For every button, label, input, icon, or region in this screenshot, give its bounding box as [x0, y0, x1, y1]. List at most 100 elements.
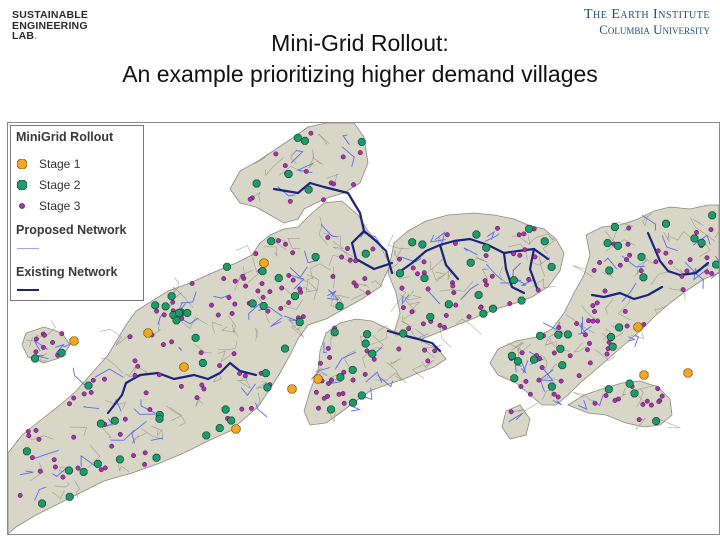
stage-2-marker-icon — [17, 180, 27, 190]
stage-3-village-marker — [556, 325, 562, 330]
stage-3-village-marker — [33, 427, 39, 433]
stage-3-village-marker — [421, 259, 427, 265]
stage-3-village-marker — [178, 383, 184, 389]
stage-3-village-marker — [117, 431, 123, 437]
stage-2-village-marker — [357, 391, 366, 400]
legend-existing-line — [17, 289, 39, 291]
stage-3-village-marker — [239, 406, 245, 412]
stage-3-village-marker — [592, 400, 598, 406]
stage-3-village-marker — [432, 348, 438, 354]
stage-3-village-marker — [482, 278, 488, 284]
stage-3-village-marker — [226, 295, 232, 301]
stage-3-village-marker — [659, 393, 665, 399]
map-frame[interactable]: MiniGrid Rollout Stage 1 Stage 2 Stage 3… — [7, 122, 720, 535]
stage-1-village-marker — [69, 336, 79, 346]
stage-1-village-marker — [231, 424, 241, 434]
stage-2-village-marker — [604, 385, 613, 394]
stage-3-village-marker — [687, 257, 693, 263]
stage-3-village-marker — [574, 321, 580, 327]
stage-3-village-marker — [466, 314, 472, 320]
stage-3-village-marker — [341, 400, 347, 406]
stage-2-village-marker — [426, 312, 435, 321]
stage-2-village-marker — [261, 369, 270, 378]
stage-2-village-marker — [330, 328, 339, 337]
stage-2-village-marker — [96, 419, 105, 428]
stage-3-village-marker — [81, 391, 87, 397]
stage-2-village-marker — [281, 344, 289, 353]
stage-3-village-marker — [127, 334, 133, 340]
stage-3-village-marker — [232, 301, 238, 307]
stage-3-village-marker — [351, 280, 357, 286]
stage-2-village-marker — [525, 224, 534, 233]
stage-2-village-marker — [547, 262, 556, 271]
stage-3-village-marker — [518, 384, 524, 389]
stage-3-village-marker — [532, 254, 538, 260]
stage-3-village-marker — [595, 318, 601, 324]
stage-3-village-marker — [330, 274, 336, 279]
stage-3-village-marker — [679, 273, 685, 279]
stage-3-village-marker — [587, 340, 592, 346]
legend-stage-3-label: Stage 3 — [39, 199, 81, 213]
stage-3-village-marker — [370, 246, 376, 252]
legend-existing-label: Existing Network — [16, 265, 118, 279]
stage-3-village-marker — [194, 395, 200, 401]
stage-2-village-marker — [507, 351, 516, 360]
stage-3-village-marker — [199, 382, 205, 388]
stage-2-village-marker — [65, 492, 74, 501]
stage-3-village-marker — [624, 257, 629, 263]
stage-2-village-marker — [335, 302, 344, 311]
stage-2-village-marker — [513, 357, 522, 366]
stage-2-village-marker — [151, 301, 160, 310]
stage-3-village-marker — [622, 308, 628, 314]
stage-3-village-marker — [527, 391, 533, 397]
stage-1-village-marker — [683, 368, 693, 378]
stage-3-village-marker — [198, 350, 204, 356]
stage-3-village-marker — [135, 363, 141, 369]
stage-3-village-marker — [326, 381, 331, 386]
stage-2-village-marker — [172, 316, 181, 325]
stage-3-village-marker — [597, 260, 603, 265]
stage-3-village-marker — [484, 282, 489, 288]
stage-3-village-marker — [88, 389, 94, 395]
stage-3-village-marker — [308, 130, 314, 136]
stage-3-village-marker — [215, 312, 221, 318]
stage-3-village-marker — [122, 416, 128, 422]
stage-3-village-marker — [318, 360, 323, 366]
village-boundary — [235, 244, 255, 257]
stage-3-village-marker — [521, 231, 527, 237]
stage-3-village-marker — [636, 417, 642, 423]
stage-2-village-marker — [363, 330, 372, 339]
stage-2-village-marker — [482, 243, 491, 252]
stage-3-village-marker — [42, 332, 47, 338]
stage-3-village-marker — [648, 402, 654, 408]
stage-3-village-marker — [362, 371, 368, 377]
stage-3-village-marker — [267, 289, 273, 295]
stage-1-village-marker — [639, 370, 649, 380]
stage-3-village-marker — [519, 350, 525, 356]
stage-3-village-marker — [517, 252, 523, 258]
stage-3-village-marker — [708, 227, 714, 233]
stage-3-village-marker — [325, 235, 331, 240]
title-line-2: An example prioritizing higher demand vi… — [122, 61, 598, 87]
stage-3-village-marker — [300, 314, 306, 320]
stage-2-village-marker — [223, 262, 231, 271]
stage-2-village-marker — [652, 417, 661, 426]
stage-2-village-marker — [603, 239, 612, 248]
stage-3-village-marker — [345, 246, 350, 251]
stage-3-village-marker — [253, 251, 259, 257]
stage-3-village-marker — [522, 247, 528, 253]
stage-3-village-marker — [558, 378, 564, 384]
stage-2-village-marker — [348, 365, 357, 374]
stage-3-village-marker — [603, 393, 609, 398]
stage-3-village-marker — [52, 464, 58, 470]
stage-3-village-marker — [638, 268, 644, 274]
stage-3-village-marker — [409, 309, 415, 315]
stage-3-village-marker — [98, 467, 104, 473]
stage-3-village-marker — [590, 318, 596, 324]
stage-2-village-marker — [563, 330, 572, 339]
stage-3-village-marker — [640, 401, 646, 407]
stage-3-village-marker — [283, 241, 288, 247]
stage-2-village-marker — [489, 304, 497, 313]
stage-2-village-marker — [530, 355, 538, 364]
stage-2-village-marker — [258, 267, 267, 276]
